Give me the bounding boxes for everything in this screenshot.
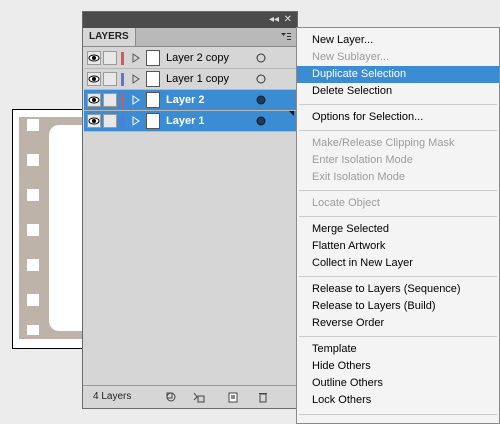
eye-icon xyxy=(88,117,100,125)
double-arrow-icon[interactable]: ◂◂ xyxy=(269,13,279,27)
menu-item-delete-selection[interactable]: Delete Selection xyxy=(297,83,499,100)
lock-toggle[interactable] xyxy=(103,93,117,107)
layer-name[interactable]: Layer 2 xyxy=(166,90,205,110)
layer-color-indicator xyxy=(121,115,124,128)
layer-color-indicator xyxy=(121,94,124,107)
menu-item-flatten-artwork[interactable]: Flatten Artwork xyxy=(297,238,499,255)
target-circle-icon[interactable] xyxy=(256,116,266,126)
menu-item-outline-others[interactable]: Outline Others xyxy=(297,375,499,392)
film-sprocket-hole xyxy=(27,189,39,201)
eye-icon xyxy=(88,54,100,62)
layer-row[interactable]: Layer 2 copy xyxy=(84,48,296,69)
menu-separator xyxy=(299,336,497,337)
menu-item-enter-isolation-mode[interactable]: Enter Isolation Mode xyxy=(297,152,499,169)
menu-item-new-sublayer[interactable]: New Sublayer... xyxy=(297,49,499,66)
layers-panel-flyout-menu: New Layer... New Sublayer... Duplicate S… xyxy=(296,27,500,424)
menu-item-template[interactable]: Template xyxy=(297,341,499,358)
layer-thumbnail xyxy=(146,92,160,108)
target-circle-icon[interactable] xyxy=(256,95,266,105)
film-sprocket-hole xyxy=(27,119,39,131)
layer-row-selected[interactable]: Layer 1 xyxy=(84,111,296,132)
menu-item-new-layer[interactable]: New Layer... xyxy=(297,32,499,49)
close-icon[interactable]: ✕ xyxy=(284,13,292,27)
expand-triangle-icon[interactable] xyxy=(132,116,140,126)
expand-triangle-icon[interactable] xyxy=(132,74,140,84)
selection-corner-marker xyxy=(289,111,294,116)
menu-separator xyxy=(299,276,497,277)
create-sublayer-icon[interactable] xyxy=(193,391,205,403)
expand-triangle-icon[interactable] xyxy=(132,53,140,63)
target-circle-icon[interactable] xyxy=(256,53,266,63)
film-sprocket-hole xyxy=(27,154,39,166)
panel-tab-row: LAYERS xyxy=(83,28,297,47)
layer-row-selected[interactable]: Layer 2 xyxy=(84,90,296,111)
menu-separator xyxy=(299,216,497,217)
film-sprocket-hole xyxy=(27,224,39,236)
new-layer-icon[interactable] xyxy=(227,391,239,403)
menu-separator xyxy=(299,104,497,105)
lock-toggle[interactable] xyxy=(103,72,117,86)
menu-item-hide-others[interactable]: Hide Others xyxy=(297,358,499,375)
layer-list: Layer 2 copy Layer 1 copy Layer 2 Layer … xyxy=(84,48,296,132)
menu-item-make-release-clipping-mask[interactable]: Make/Release Clipping Mask xyxy=(297,135,499,152)
menu-item-release-to-layers-sequence[interactable]: Release to Layers (Sequence) xyxy=(297,281,499,298)
layer-name[interactable]: Layer 2 copy xyxy=(166,48,229,68)
layer-color-indicator xyxy=(121,73,124,86)
layer-row[interactable]: Layer 1 copy xyxy=(84,69,296,90)
target-circle-icon[interactable] xyxy=(256,74,266,84)
panel-menu-icon[interactable] xyxy=(281,32,291,42)
menu-item-duplicate-selection[interactable]: Duplicate Selection xyxy=(297,66,499,83)
film-strip-artwork xyxy=(19,117,89,339)
visibility-toggle[interactable] xyxy=(87,51,101,65)
layer-thumbnail xyxy=(146,71,160,87)
lock-toggle[interactable] xyxy=(103,114,117,128)
trash-icon[interactable] xyxy=(257,391,269,403)
lock-toggle[interactable] xyxy=(103,51,117,65)
film-sprocket-hole xyxy=(27,325,39,335)
visibility-toggle[interactable] xyxy=(87,93,101,107)
layer-name[interactable]: Layer 1 copy xyxy=(166,69,229,89)
visibility-toggle[interactable] xyxy=(87,114,101,128)
menu-item-release-to-layers-build[interactable]: Release to Layers (Build) xyxy=(297,298,499,315)
menu-item-merge-selected[interactable]: Merge Selected xyxy=(297,221,499,238)
menu-separator xyxy=(299,414,497,415)
menu-separator xyxy=(299,130,497,131)
menu-item-collect-in-new-layer[interactable]: Collect in New Layer xyxy=(297,255,499,272)
panel-footer: 4 Layers xyxy=(83,385,297,408)
menu-item-options-for-selection[interactable]: Options for Selection... xyxy=(297,109,499,126)
layers-panel: ◂◂ ✕ LAYERS Layer 2 copy Layer 1 copy La… xyxy=(82,11,298,409)
layer-name[interactable]: Layer 1 xyxy=(166,111,205,131)
layer-thumbnail xyxy=(146,50,160,66)
panel-titlebar[interactable]: ◂◂ ✕ xyxy=(83,12,297,28)
expand-triangle-icon[interactable] xyxy=(132,95,140,105)
menu-separator xyxy=(299,190,497,191)
eye-icon xyxy=(88,96,100,104)
eye-icon xyxy=(88,75,100,83)
layer-color-indicator xyxy=(121,52,124,65)
make-clipping-mask-icon[interactable] xyxy=(165,391,177,403)
visibility-toggle[interactable] xyxy=(87,72,101,86)
film-sprocket-hole xyxy=(27,259,39,271)
menu-item-exit-isolation-mode[interactable]: Exit Isolation Mode xyxy=(297,169,499,186)
menu-item-locate-object[interactable]: Locate Object xyxy=(297,195,499,212)
layer-count: 4 Layers xyxy=(93,391,132,402)
menu-item-reverse-order[interactable]: Reverse Order xyxy=(297,315,499,332)
layer-thumbnail xyxy=(146,113,160,129)
menu-item-lock-others[interactable]: Lock Others xyxy=(297,392,499,409)
tab-layers[interactable]: LAYERS xyxy=(83,28,136,46)
film-sprocket-hole xyxy=(27,294,39,306)
